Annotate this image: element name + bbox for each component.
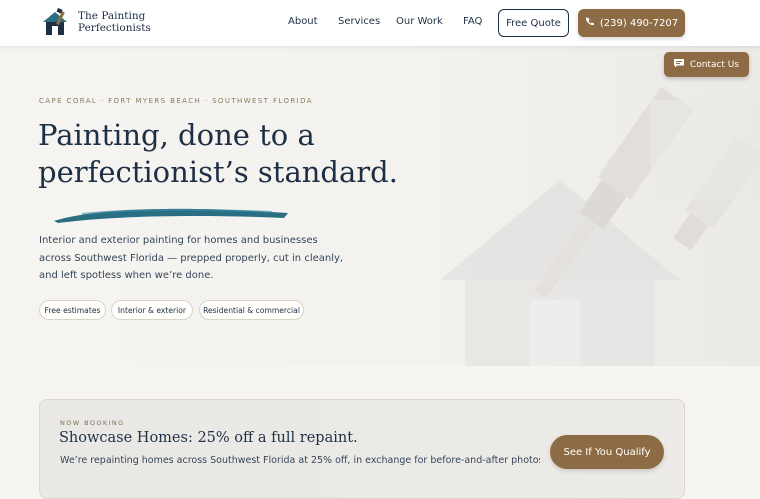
promo-eyebrow: NOW BOOKING	[60, 419, 125, 427]
brand-name[interactable]: The Painting Perfectionists	[78, 10, 168, 34]
hero-eyebrow: CAPE CORAL · FORT MYERS BEACH · SOUTHWES…	[39, 97, 313, 105]
paintbrush-house-illustration	[420, 60, 760, 366]
chip-free-estimates: Free estimates	[39, 300, 106, 320]
nav-services-link[interactable]: Services	[338, 16, 380, 27]
nav-faq-link[interactable]: FAQ	[463, 16, 482, 27]
showcase-promo-card: NOW BOOKING Showcase Homes: 25% off a fu…	[39, 399, 685, 499]
phone-button[interactable]: (239) 490-7207	[578, 9, 685, 37]
hero-title: Painting, done to a perfectionist’s stan…	[38, 117, 438, 191]
phone-icon	[585, 17, 594, 29]
brush-stroke-decoration	[52, 201, 292, 225]
phone-number: (239) 490-7207	[599, 17, 679, 29]
hero-title-line1: Painting, done to a	[38, 118, 315, 152]
free-quote-button[interactable]: Free Quote	[498, 9, 569, 37]
promo-title: Showcase Homes: 25% off a full repaint.	[59, 430, 358, 446]
promo-description: We’re repainting homes across Southwest …	[60, 455, 540, 466]
chip-residential-commercial: Residential & commercial	[199, 300, 304, 320]
hero-title-line2: perfectionist’s standard.	[38, 155, 398, 189]
brand-name-line1: The Painting	[78, 10, 146, 22]
nav-our-work-link[interactable]: Our Work	[396, 16, 443, 27]
nav-about-link[interactable]: About	[288, 16, 318, 27]
see-if-you-qualify-button[interactable]: See If You Qualify	[550, 435, 664, 469]
brand-name-line2: Perfectionists	[78, 22, 151, 34]
site-header: The Painting Perfectionists About Servic…	[0, 0, 760, 46]
contact-us-button[interactable]: Contact Us	[664, 52, 749, 77]
chat-icon	[673, 58, 684, 71]
house-paintbrush-logo-icon[interactable]	[40, 7, 70, 38]
hero-description: Interior and exterior painting for homes…	[39, 235, 344, 281]
chip-interior-exterior: Interior & exterior	[111, 300, 193, 320]
contact-us-label: Contact Us	[689, 59, 740, 70]
